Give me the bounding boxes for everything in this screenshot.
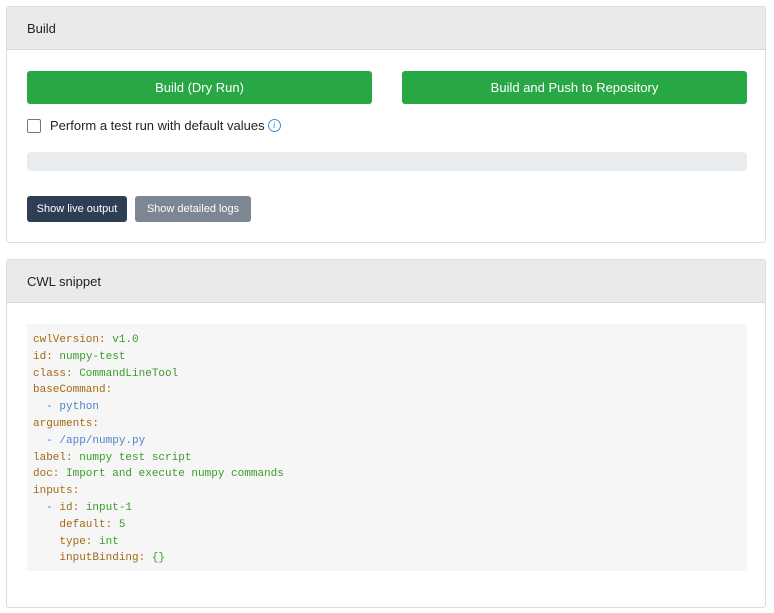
test-run-label[interactable]: Perform a test run with default values [50,118,265,133]
code-key: inputBinding: [59,552,146,565]
test-run-option: Perform a test run with default values i [27,118,281,133]
code-key: arguments: [33,417,100,430]
info-icon[interactable]: i [267,119,281,132]
code-key: class: [33,367,73,380]
code-key: default: [59,518,113,531]
show-live-output-button[interactable]: Show live output [27,196,127,222]
code-line: class: CommandLineTool [33,366,741,383]
code-key: label: [33,451,73,464]
code-line: type: int [33,534,741,551]
code-line: - /app/numpy.py [33,433,741,450]
code-line: cwlVersion: v1.0 [33,332,741,349]
build-dry-run-button[interactable]: Build (Dry Run) [27,71,372,104]
code-value: {} [145,552,166,565]
code-value: /app/numpy.py [59,434,146,447]
code-line: label: numpy test script [33,450,741,467]
cwl-card-header: CWL snippet [7,260,765,303]
code-line: inputBinding: {} [33,550,741,567]
code-value: v1.0 [105,334,139,346]
code-key: type: [59,535,93,548]
build-progress-bar [27,152,747,171]
code-line: default: 5 [33,517,741,534]
code-line: doc: Import and execute numpy commands [33,466,741,483]
code-value: numpy-test [52,350,126,363]
code-key: baseCommand: [33,384,113,397]
code-line: baseCommand: [33,382,741,399]
cwl-snippet-card: CWL snippet cwlVersion: v1.0 id: numpy-te… [6,259,766,608]
code-value: numpy test script [72,451,192,464]
code-line: inputs: [33,483,741,500]
code-value: python [59,401,100,414]
code-value: CommandLineTool [72,367,179,380]
code-line: - python [33,399,741,416]
code-dash: - [46,434,60,447]
test-run-checkbox[interactable] [27,118,41,133]
code-line: id: numpy-test [33,349,741,366]
code-value: Import and execute numpy commands [59,468,284,481]
code-key: id: [59,501,80,514]
build-and-push-button[interactable]: Build and Push to Repository [402,71,747,104]
code-value: int [92,535,119,548]
code-dash: - [46,501,60,514]
show-detailed-logs-button[interactable]: Show detailed logs [135,196,251,222]
build-card-header: Build [7,7,765,50]
code-dash: - [46,401,60,414]
code-line: - id: input-1 [33,500,741,517]
build-card-title: Build [27,20,56,36]
cwl-card-title: CWL snippet [27,273,101,289]
code-key: inputs: [33,485,80,498]
code-value: 5 [112,518,126,531]
code-key: cwlVersion: [33,334,106,346]
code-key: id: [33,350,53,363]
code-line: arguments: [33,416,741,433]
cwl-code-block: cwlVersion: v1.0 id: numpy-test class: Com… [27,324,747,571]
code-key: doc: [33,468,60,481]
build-card: Build Build (Dry Run) Build and Push to … [6,6,766,243]
code-value: input-1 [79,501,133,514]
